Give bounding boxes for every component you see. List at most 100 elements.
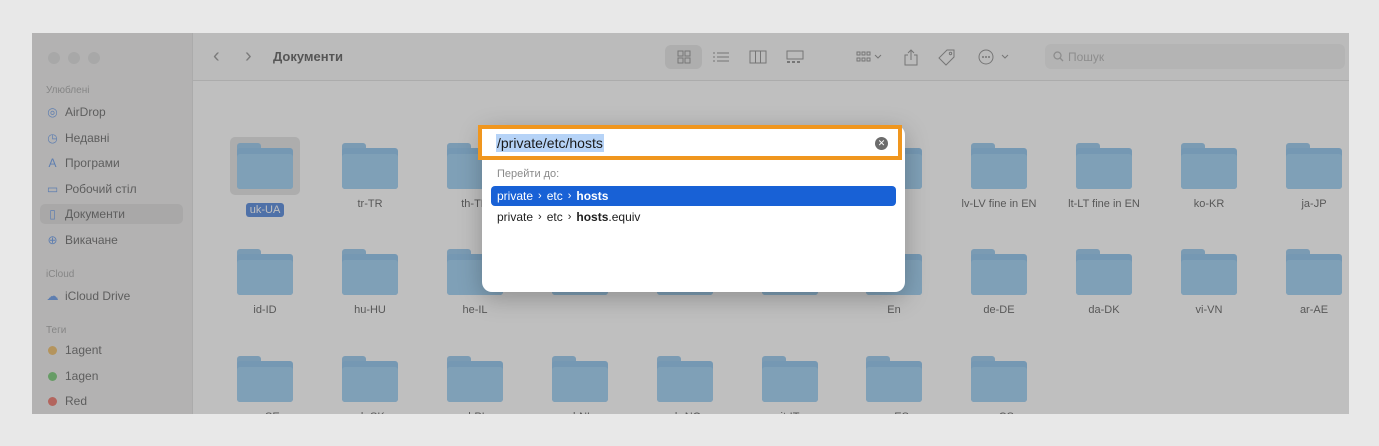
folder-item[interactable]: pl-PL — [423, 356, 527, 414]
folder-label — [786, 306, 794, 308]
folder-item[interactable]: cz-CS — [947, 356, 1051, 414]
sidebar-item-icloud-drive[interactable]: ☁ iCloud Drive — [46, 286, 131, 306]
zoom-window-button[interactable] — [88, 52, 100, 64]
folder-label: id-ID — [253, 304, 277, 316]
folder-icon — [447, 356, 503, 402]
search-field[interactable]: Пошук — [1045, 44, 1345, 69]
sidebar-item-applications[interactable]: A Програми — [46, 153, 119, 173]
list-icon — [712, 52, 729, 62]
more-actions-button[interactable] — [977, 46, 1011, 68]
folder-label: he-IL — [462, 304, 488, 316]
path-component: private — [497, 210, 534, 224]
folder-label: nb-NO — [665, 410, 705, 414]
window-controls — [48, 52, 100, 64]
folder-icon-wrap — [318, 249, 422, 295]
folder-item[interactable]: it-IT — [738, 356, 842, 414]
path-match: hosts — [576, 189, 609, 203]
sidebar-item-label: Викачане — [65, 233, 118, 247]
list-view-button[interactable] — [702, 45, 739, 69]
folder-item[interactable]: nb-NO — [633, 356, 737, 414]
sidebar-item-label: iCloud Drive — [65, 289, 131, 303]
desktop-icon: ▭ — [46, 181, 59, 196]
group-by-button[interactable] — [851, 46, 887, 68]
gallery-icon — [786, 50, 803, 63]
share-icon — [904, 48, 918, 65]
folder-item[interactable]: ar-AE — [1262, 249, 1349, 318]
close-window-button[interactable] — [48, 52, 60, 64]
folder-item[interactable]: de-DE — [947, 249, 1051, 318]
share-button[interactable] — [901, 46, 921, 68]
sidebar-item-label: Робочий стіл — [65, 182, 137, 196]
folder-icon-wrap — [1262, 143, 1349, 189]
forward-button[interactable]: › — [245, 45, 252, 67]
folder-item[interactable]: uk-UA — [213, 137, 317, 218]
path-input-field[interactable]: /private/etc/hosts ✕ — [478, 125, 902, 160]
folder-icon — [237, 356, 293, 402]
tag-button[interactable] — [935, 46, 957, 68]
ellipsis-circle-icon — [978, 49, 1009, 65]
folder-label: es-ES — [875, 410, 913, 414]
sidebar-item-tag[interactable]: 1agent — [46, 340, 102, 360]
gallery-view-button[interactable] — [776, 45, 813, 69]
sidebar-item-downloads[interactable]: ⊕ Викачане — [46, 230, 118, 250]
icon-view-button[interactable] — [665, 45, 702, 69]
folder-item[interactable]: lv-LV fine in EN — [947, 143, 1051, 212]
back-button[interactable]: ‹ — [213, 45, 220, 67]
folder-item[interactable]: vi-VN — [1157, 249, 1261, 318]
folder-item[interactable]: hu-HU — [318, 249, 422, 318]
document-icon: ▯ — [49, 206, 56, 221]
chevron-right-icon: › — [567, 211, 572, 223]
sidebar-item-label: AirDrop — [65, 105, 106, 119]
folder-label: de-DE — [983, 304, 1015, 316]
minimize-window-button[interactable] — [68, 52, 80, 64]
sidebar-item-label: Недавні — [65, 131, 110, 145]
chevron-right-icon: › — [567, 190, 572, 202]
folder-icon — [1076, 249, 1132, 295]
folder-label: nl-NL — [563, 410, 597, 414]
airdrop-icon: ◎ — [47, 104, 58, 119]
sidebar-item-desktop[interactable]: ▭ Робочий стіл — [46, 179, 137, 199]
folder-icon — [971, 249, 1027, 295]
folder-icon — [762, 356, 818, 402]
path-match: hosts — [576, 210, 609, 224]
path-component: etc — [546, 210, 563, 224]
apps-icon: A — [48, 155, 57, 170]
clear-input-icon[interactable]: ✕ — [875, 137, 888, 150]
folder-item[interactable]: id-ID — [213, 249, 317, 318]
folder-icon-wrap — [738, 356, 842, 402]
folder-item[interactable]: sv-SE — [213, 356, 317, 414]
sidebar-item-tag[interactable]: 1agen — [46, 366, 98, 386]
folder-label: pl-PL — [458, 410, 492, 414]
path-component: etc — [546, 189, 563, 203]
suggestion-item[interactable]: private › etc › hosts — [491, 186, 896, 206]
folder-item[interactable]: lt-LT fine in EN — [1052, 143, 1156, 212]
folder-icon — [971, 356, 1027, 402]
folder-icon-wrap — [230, 137, 300, 195]
folder-item[interactable]: tr-TR — [318, 143, 422, 212]
folder-item[interactable]: ja-JP — [1262, 143, 1349, 212]
tag-color-dot — [48, 345, 57, 355]
folder-item[interactable]: da-DK — [1052, 249, 1156, 318]
sidebar-item-airdrop[interactable]: ◎ AirDrop — [46, 102, 106, 122]
folder-label: vi-VN — [1195, 304, 1223, 316]
folder-label: ko-KR — [1193, 198, 1225, 210]
folder-item[interactable]: nl-NL — [528, 356, 632, 414]
folder-icon-wrap — [947, 143, 1051, 189]
sidebar-item-tag[interactable]: Red — [46, 391, 87, 411]
folder-icon — [342, 356, 398, 402]
path-input-value[interactable]: /private/etc/hosts — [496, 134, 604, 152]
column-view-button[interactable] — [739, 45, 776, 69]
chevron-right-icon: › — [538, 190, 542, 202]
suggestion-item[interactable]: private › etc › hosts.equiv — [491, 207, 896, 227]
folder-icon-wrap — [633, 356, 737, 402]
sidebar-item-label: 1agen — [65, 369, 99, 383]
path-component: private — [497, 189, 534, 203]
sidebar: Улюблені ◎ AirDrop ◷ Недавні A Програми … — [32, 33, 193, 414]
folder-icon-wrap — [318, 356, 422, 402]
group-icon — [856, 51, 882, 62]
folder-item[interactable]: es-ES — [842, 356, 946, 414]
sidebar-item-recents[interactable]: ◷ Недавні — [46, 128, 109, 148]
folder-item[interactable]: ko-KR — [1157, 143, 1261, 212]
folder-item[interactable]: sk-SK — [318, 356, 422, 414]
sidebar-item-documents[interactable]: ▯ Документи — [40, 204, 183, 224]
